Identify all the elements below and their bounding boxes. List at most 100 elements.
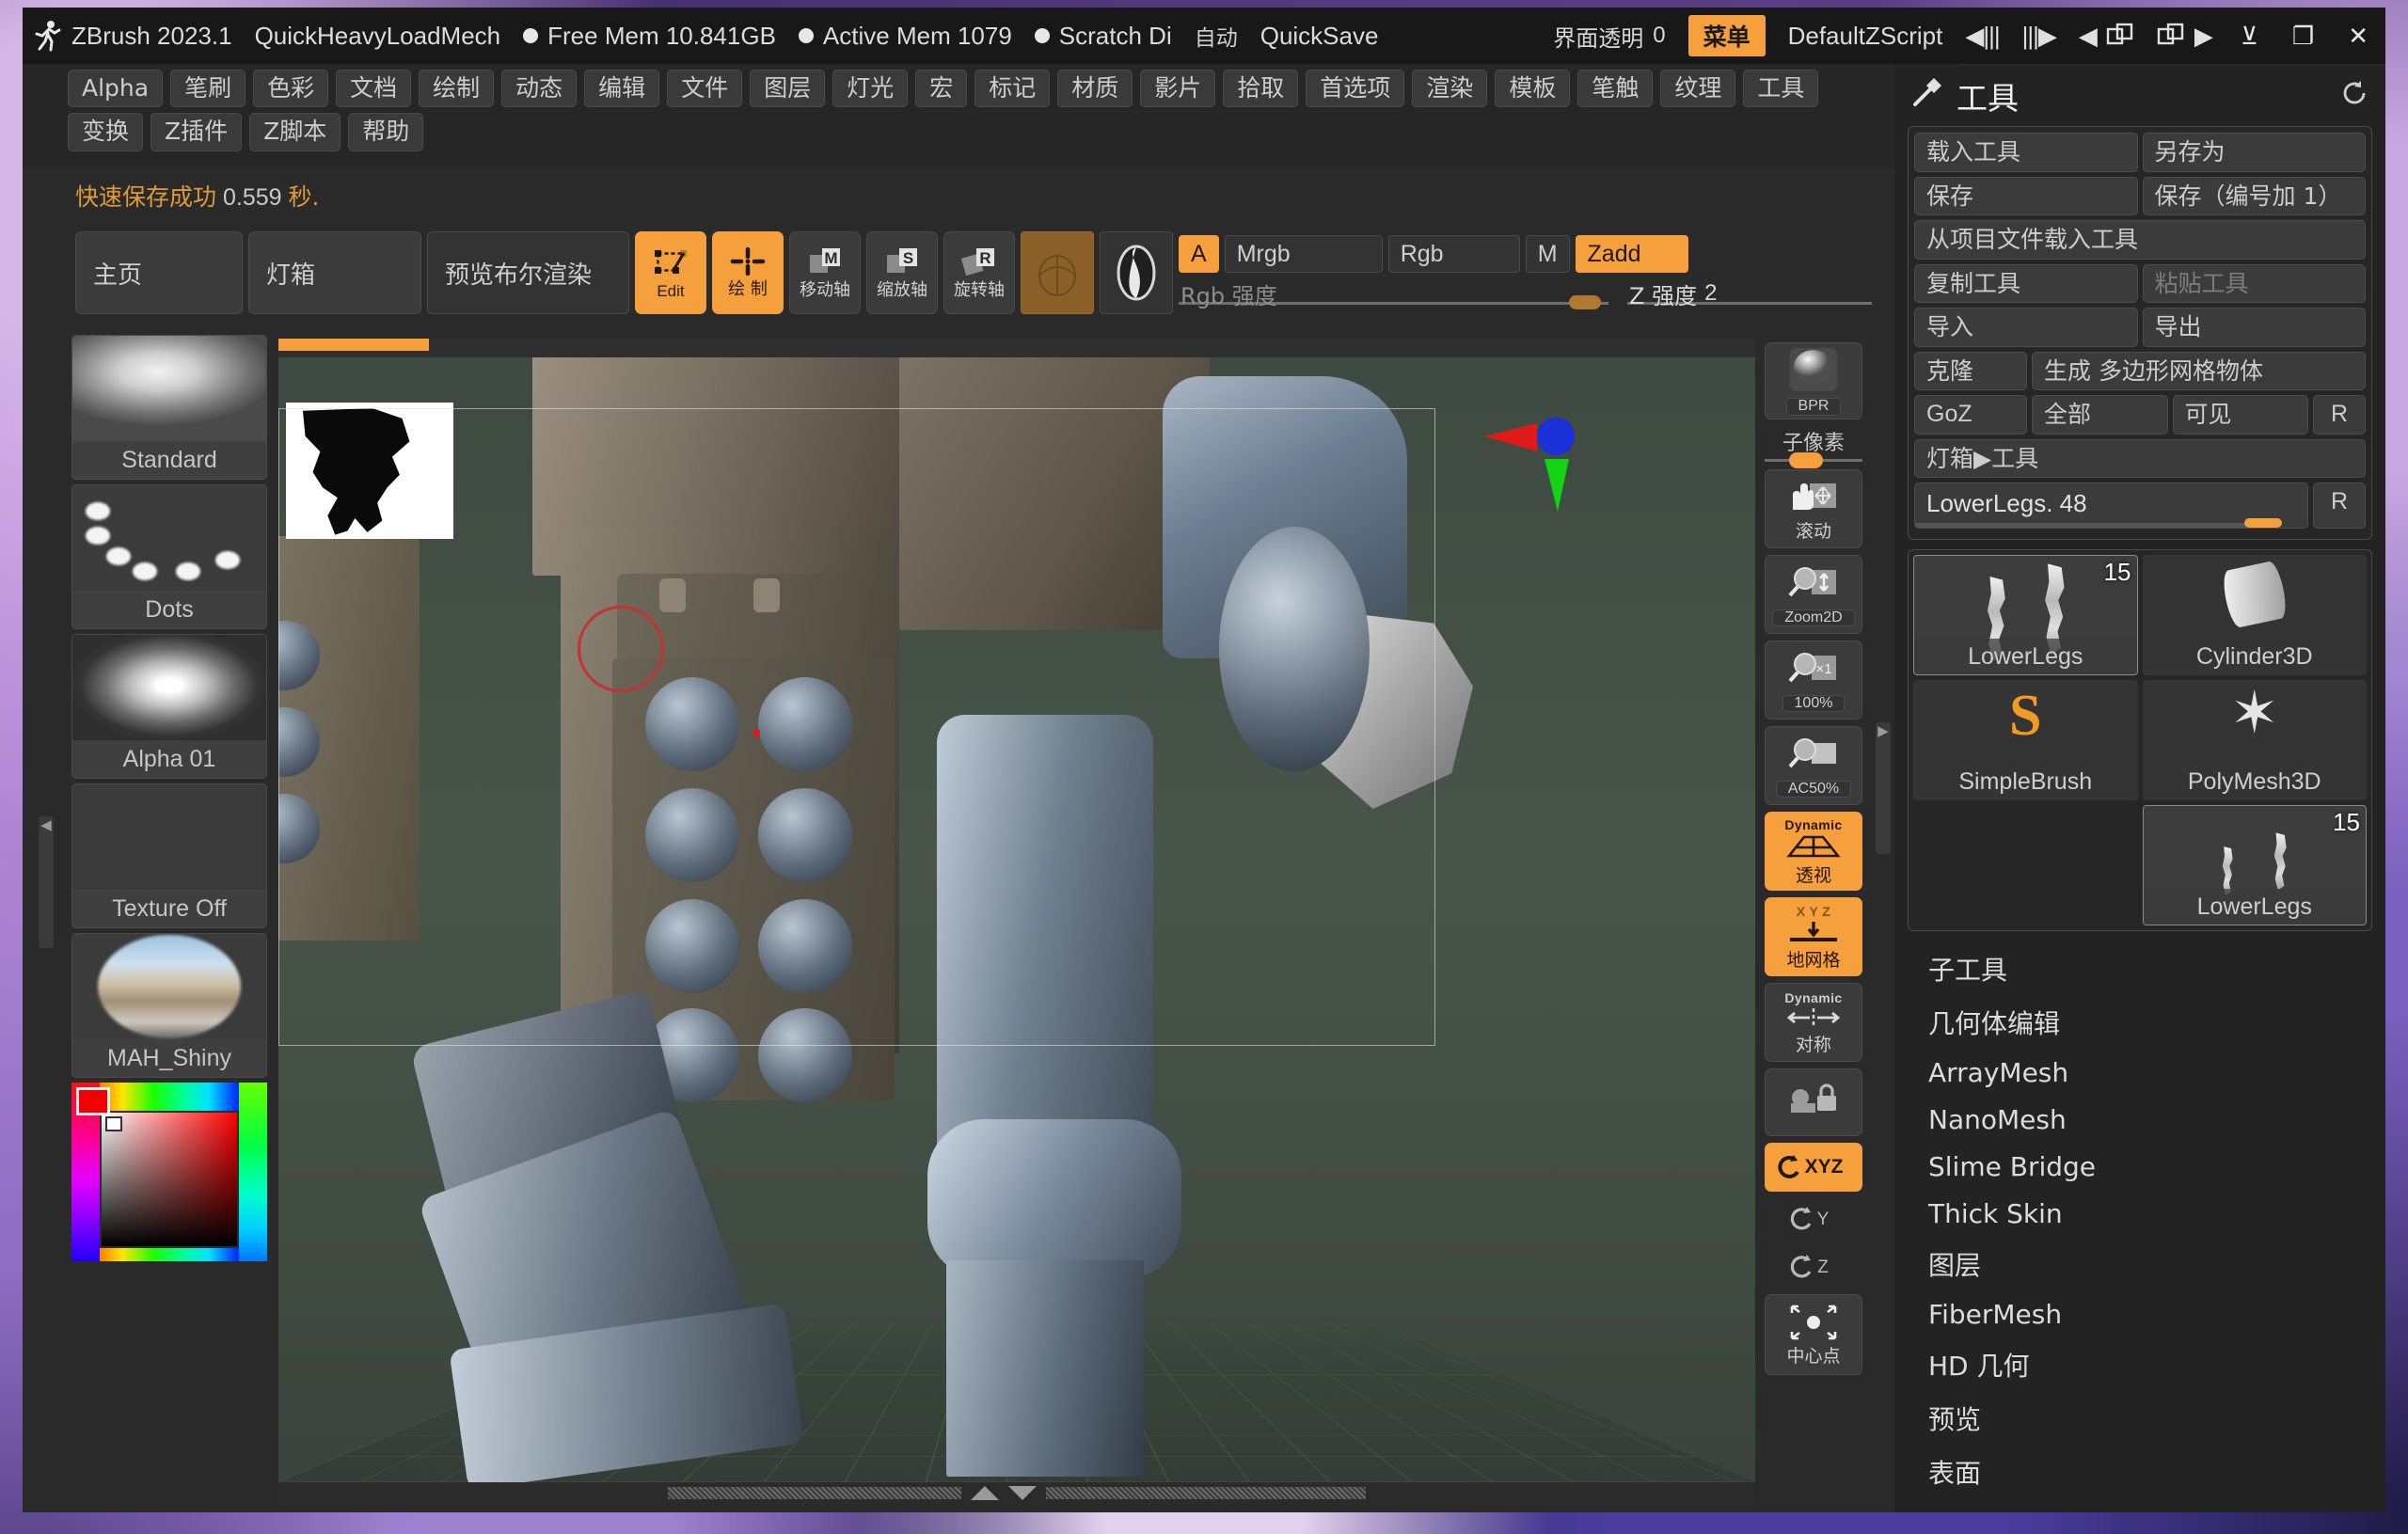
import-button[interactable]: 导入	[1914, 308, 2138, 347]
current-color-swatch[interactable]	[76, 1087, 110, 1115]
goz-all-button[interactable]: 全部	[2032, 395, 2168, 435]
menu-item-18[interactable]: 笔触	[1577, 70, 1654, 108]
subpalette-item-8[interactable]: HD 几何	[1915, 1338, 2365, 1392]
scroll-hatch-right[interactable]	[1046, 1486, 1366, 1499]
left-tray-handle[interactable]: ◀	[39, 816, 54, 948]
menu-item-16[interactable]: 渲染	[1412, 70, 1488, 108]
window-prev-icon[interactable]: ◀	[2067, 22, 2146, 51]
transform-gizmo[interactable]	[1482, 401, 1605, 514]
subpalette-item-0[interactable]: 子工具	[1915, 942, 2365, 996]
right-tray-handle[interactable]: ▶	[1876, 722, 1891, 854]
menu-item-11[interactable]: 标记	[974, 70, 1051, 108]
preview-bool-render-button[interactable]: 预览布尔渲染	[427, 231, 629, 314]
material-preview[interactable]	[1100, 231, 1173, 314]
clone-button[interactable]: 克隆	[1914, 351, 2027, 390]
bpr-render-button[interactable]: BPR	[1765, 342, 1862, 419]
material-swatch-current[interactable]	[1021, 231, 1094, 314]
load-from-project-button[interactable]: 从项目文件载入工具	[1914, 220, 2366, 260]
menu-item2-0[interactable]: 变换	[68, 113, 144, 151]
alpha-toggle-button[interactable]: A	[1179, 235, 1219, 273]
subpixel-knob[interactable]	[1789, 452, 1823, 468]
goz-button[interactable]: GoZ	[1914, 395, 2027, 435]
alpha-swatch[interactable]: Alpha 01	[71, 634, 267, 779]
color-picker-handle[interactable]	[105, 1116, 122, 1131]
rotate-z-button[interactable]: Z	[1765, 1246, 1862, 1288]
item-info-slider[interactable]: LowerLegs. 48	[1914, 482, 2308, 529]
menu-item-9[interactable]: 灯光	[832, 70, 909, 108]
menu-item-4[interactable]: 绘制	[419, 70, 495, 108]
zoom2d-button[interactable]: Zoom2D	[1765, 555, 1862, 634]
restore-icon[interactable]: ❐	[2275, 22, 2331, 51]
frame-button[interactable]: 中心点	[1765, 1294, 1862, 1375]
paste-tool-button[interactable]: 粘贴工具	[2142, 263, 2366, 303]
actual-size-button[interactable]: ×1 100%	[1765, 640, 1862, 720]
menu-item2-1[interactable]: Z插件	[150, 113, 243, 151]
rotate-axis-button[interactable]: R 旋转轴	[943, 231, 1015, 314]
camera-lock-button[interactable]	[1765, 1068, 1862, 1136]
thumb-polymesh3d[interactable]: ✶ PolyMesh3D	[2142, 680, 2367, 800]
lightbox-tool-button[interactable]: 灯箱▶工具	[1914, 438, 2366, 478]
menu-item2-3[interactable]: 帮助	[348, 113, 424, 151]
zscript-label[interactable]: DefaultZScript	[1777, 22, 1955, 51]
scroll-up-icon[interactable]	[971, 1485, 999, 1500]
copy-tool-button[interactable]: 复制工具	[1914, 263, 2138, 303]
nav-right-icon[interactable]: |||▶	[2011, 22, 2067, 51]
menu-item-5[interactable]: 动态	[501, 70, 578, 108]
color-picker[interactable]	[71, 1083, 267, 1261]
menu-item2-2[interactable]: Z脚本	[249, 113, 341, 151]
material-swatch[interactable]: MAH_Shiny	[71, 933, 267, 1078]
thumb-cylinder3d[interactable]: Cylinder3D	[2142, 555, 2367, 675]
rotate-xyz-button[interactable]: XYZ	[1765, 1143, 1862, 1192]
thumb-lowerlegs-large[interactable]: 15 LowerLegs	[1913, 555, 2138, 675]
scroll-hatch-left[interactable]	[668, 1486, 961, 1499]
menu-button[interactable]: 菜单	[1687, 15, 1766, 56]
menu-item-7[interactable]: 文件	[667, 70, 743, 108]
scroll-down-icon[interactable]	[1008, 1485, 1037, 1500]
quicksave-button[interactable]: QuickSave	[1249, 22, 1390, 51]
menu-item-14[interactable]: 拾取	[1223, 70, 1299, 108]
stroke-swatch[interactable]: Dots	[71, 484, 267, 629]
close-icon[interactable]: ✕	[2331, 22, 2385, 51]
home-button[interactable]: 主页	[75, 231, 243, 314]
export-button[interactable]: 导出	[2142, 308, 2366, 347]
save-as-button[interactable]: 另存为	[2142, 133, 2366, 172]
viewport-3d[interactable]	[278, 357, 1755, 1482]
menu-item-8[interactable]: 图层	[750, 70, 826, 108]
subpalette-item-10[interactable]: 表面	[1915, 1446, 2365, 1499]
scale-axis-button[interactable]: S 缩放轴	[866, 231, 938, 314]
goz-r-button[interactable]: R	[2313, 395, 2366, 435]
canvas-horizontal-scrollbar[interactable]	[278, 1482, 1755, 1503]
draw-button[interactable]: 绘 制	[712, 231, 784, 314]
rgb-slider-knob[interactable]	[1569, 295, 1601, 309]
menu-item-2[interactable]: 色彩	[253, 70, 329, 108]
texture-swatch[interactable]: Texture Off	[71, 783, 267, 928]
move-axis-button[interactable]: M 移动轴	[789, 231, 861, 314]
interface-transparency[interactable]: 界面透明 0	[1542, 20, 1676, 53]
save-plus-one-button[interactable]: 保存（编号加 1）	[2142, 176, 2366, 215]
zadd-button[interactable]: Zadd	[1575, 235, 1688, 273]
subpixel-slider[interactable]: 子像素	[1765, 426, 1862, 468]
subpalette-item-2[interactable]: ArrayMesh	[1915, 1050, 2365, 1097]
rgb-button[interactable]: Rgb	[1387, 235, 1520, 273]
z-intensity-slider[interactable]: Z 强度 2	[1627, 277, 1872, 310]
menu-item-1[interactable]: 笔刷	[170, 70, 246, 108]
thumb-simplebrush[interactable]: S SimpleBrush	[1913, 680, 2138, 800]
lightbox-button[interactable]: 灯箱	[248, 231, 421, 314]
menu-item-19[interactable]: 纹理	[1660, 70, 1736, 108]
edit-button[interactable]: Edit	[635, 231, 706, 314]
ac50-button[interactable]: AC50%	[1765, 726, 1862, 805]
window-next-icon[interactable]: ▶	[2146, 22, 2224, 51]
menu-item-3[interactable]: 文档	[336, 70, 412, 108]
scroll-tool-button[interactable]: 滚动	[1765, 469, 1862, 548]
hue-right-strip[interactable]	[239, 1083, 267, 1261]
subpalette-item-4[interactable]: Slime Bridge	[1915, 1144, 2365, 1191]
symmetry-button[interactable]: Dynamic 对称	[1765, 983, 1862, 1062]
goz-visible-button[interactable]: 可见	[2172, 395, 2308, 435]
minimize-icon[interactable]: ⊻	[2224, 22, 2275, 51]
mrgb-button[interactable]: Mrgb	[1224, 235, 1383, 273]
menu-item-10[interactable]: 宏	[915, 70, 968, 108]
load-tool-button[interactable]: 载入工具	[1914, 133, 2138, 172]
item-slider-knob[interactable]	[2244, 518, 2283, 528]
make-polymesh3d-button[interactable]: 生成 多边形网格物体	[2032, 351, 2366, 390]
brush-swatch[interactable]: Standard	[71, 335, 267, 480]
